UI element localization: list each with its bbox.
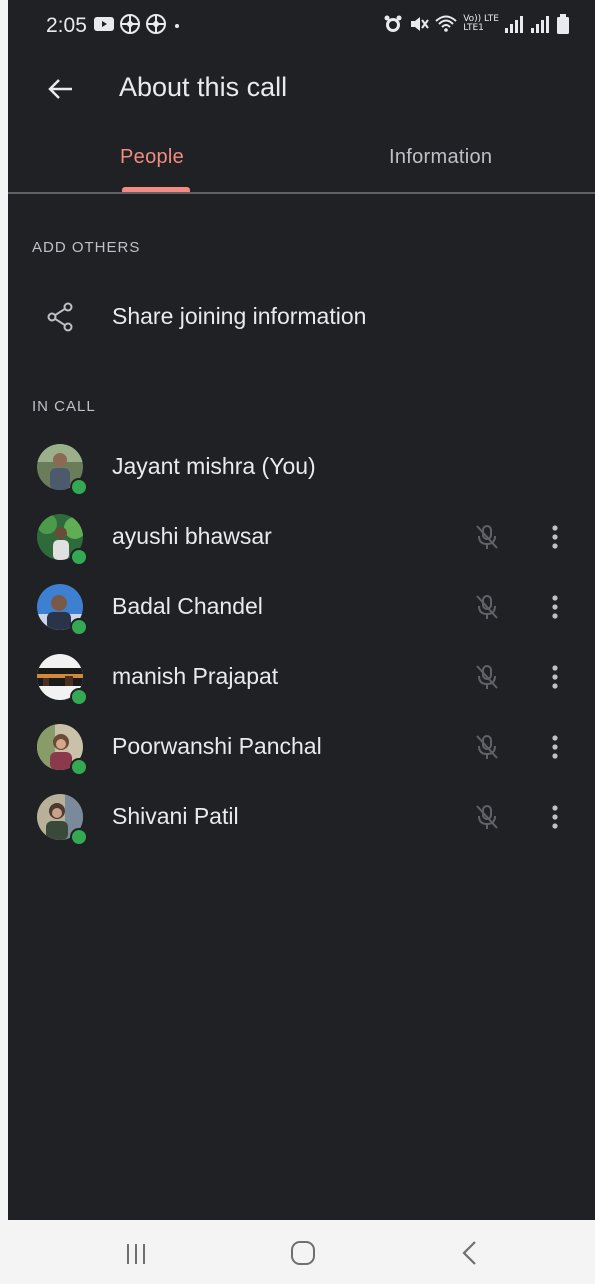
share-icon bbox=[47, 302, 73, 332]
mute-icon bbox=[411, 17, 429, 31]
online-indicator bbox=[70, 478, 88, 496]
mic-off-icon bbox=[476, 805, 498, 829]
participant-row[interactable]: ayushi bhawsar bbox=[8, 502, 595, 572]
alarm-icon bbox=[384, 15, 402, 32]
tabs-divider bbox=[8, 192, 595, 194]
recents-icon[interactable] bbox=[121, 1242, 151, 1266]
section-header-in-call: IN CALL bbox=[32, 398, 96, 415]
status-time: 2:05 bbox=[46, 14, 87, 37]
more-options-icon[interactable] bbox=[542, 592, 568, 622]
youtube-icon bbox=[94, 17, 114, 31]
status-notification-icons bbox=[94, 14, 182, 34]
participant-name: Jayant mishra (You) bbox=[112, 453, 316, 479]
more-options-icon[interactable] bbox=[542, 662, 568, 692]
back-nav-icon[interactable] bbox=[458, 1238, 482, 1268]
signal-icon-2 bbox=[531, 16, 549, 33]
wifi-icon bbox=[435, 15, 457, 32]
online-indicator bbox=[70, 548, 88, 566]
signal-icon bbox=[505, 16, 523, 33]
tab-people[interactable]: People bbox=[120, 146, 184, 169]
participant-row[interactable]: Shivani Patil bbox=[8, 782, 595, 852]
section-header-add-others: ADD OTHERS bbox=[32, 239, 141, 256]
participant-name: Shivani Patil bbox=[112, 803, 239, 829]
online-indicator bbox=[70, 618, 88, 636]
participant-name: Badal Chandel bbox=[112, 593, 263, 619]
mic-off-icon bbox=[476, 595, 498, 619]
participant-list: Jayant mishra (You) ayushi bhawsar Badal… bbox=[8, 432, 595, 852]
network-label-bottom: LTE1 bbox=[463, 23, 484, 33]
dot-icon bbox=[175, 24, 179, 28]
back-arrow-icon[interactable] bbox=[46, 74, 76, 104]
page-title: About this call bbox=[119, 72, 288, 102]
system-nav-bar bbox=[8, 1220, 595, 1284]
tab-information[interactable]: Information bbox=[389, 146, 492, 169]
app-screen: 2:05 Vo)) LTE LTE1 About this call Peopl… bbox=[8, 0, 595, 1220]
status-bar: 2:05 Vo)) LTE LTE1 bbox=[8, 0, 595, 52]
online-indicator bbox=[70, 828, 88, 846]
more-options-icon[interactable] bbox=[542, 522, 568, 552]
game-icon bbox=[120, 14, 140, 34]
home-icon[interactable] bbox=[288, 1238, 318, 1268]
more-options-icon[interactable] bbox=[542, 732, 568, 762]
game-icon-2 bbox=[146, 14, 166, 34]
mic-off-icon bbox=[476, 735, 498, 759]
more-options-icon[interactable] bbox=[542, 802, 568, 832]
participant-row[interactable]: Poorwanshi Panchal bbox=[8, 712, 595, 782]
participant-row[interactable]: manish Prajapat bbox=[8, 642, 595, 712]
network-type: Vo)) LTE LTE1 bbox=[463, 15, 499, 33]
mic-off-icon bbox=[476, 525, 498, 549]
participant-name: Poorwanshi Panchal bbox=[112, 733, 322, 759]
online-indicator bbox=[70, 688, 88, 706]
battery-icon bbox=[557, 14, 569, 34]
mic-off-icon bbox=[476, 665, 498, 689]
share-joining-info-label: Share joining information bbox=[112, 303, 367, 329]
participant-name: manish Prajapat bbox=[112, 663, 279, 689]
share-joining-info-button[interactable]: Share joining information bbox=[8, 290, 595, 346]
status-system-icons: Vo)) LTE LTE1 bbox=[383, 14, 569, 34]
participant-row[interactable]: Badal Chandel bbox=[8, 572, 595, 642]
participant-row[interactable]: Jayant mishra (You) bbox=[8, 432, 595, 502]
online-indicator bbox=[70, 758, 88, 776]
participant-name: ayushi bhawsar bbox=[112, 523, 272, 549]
